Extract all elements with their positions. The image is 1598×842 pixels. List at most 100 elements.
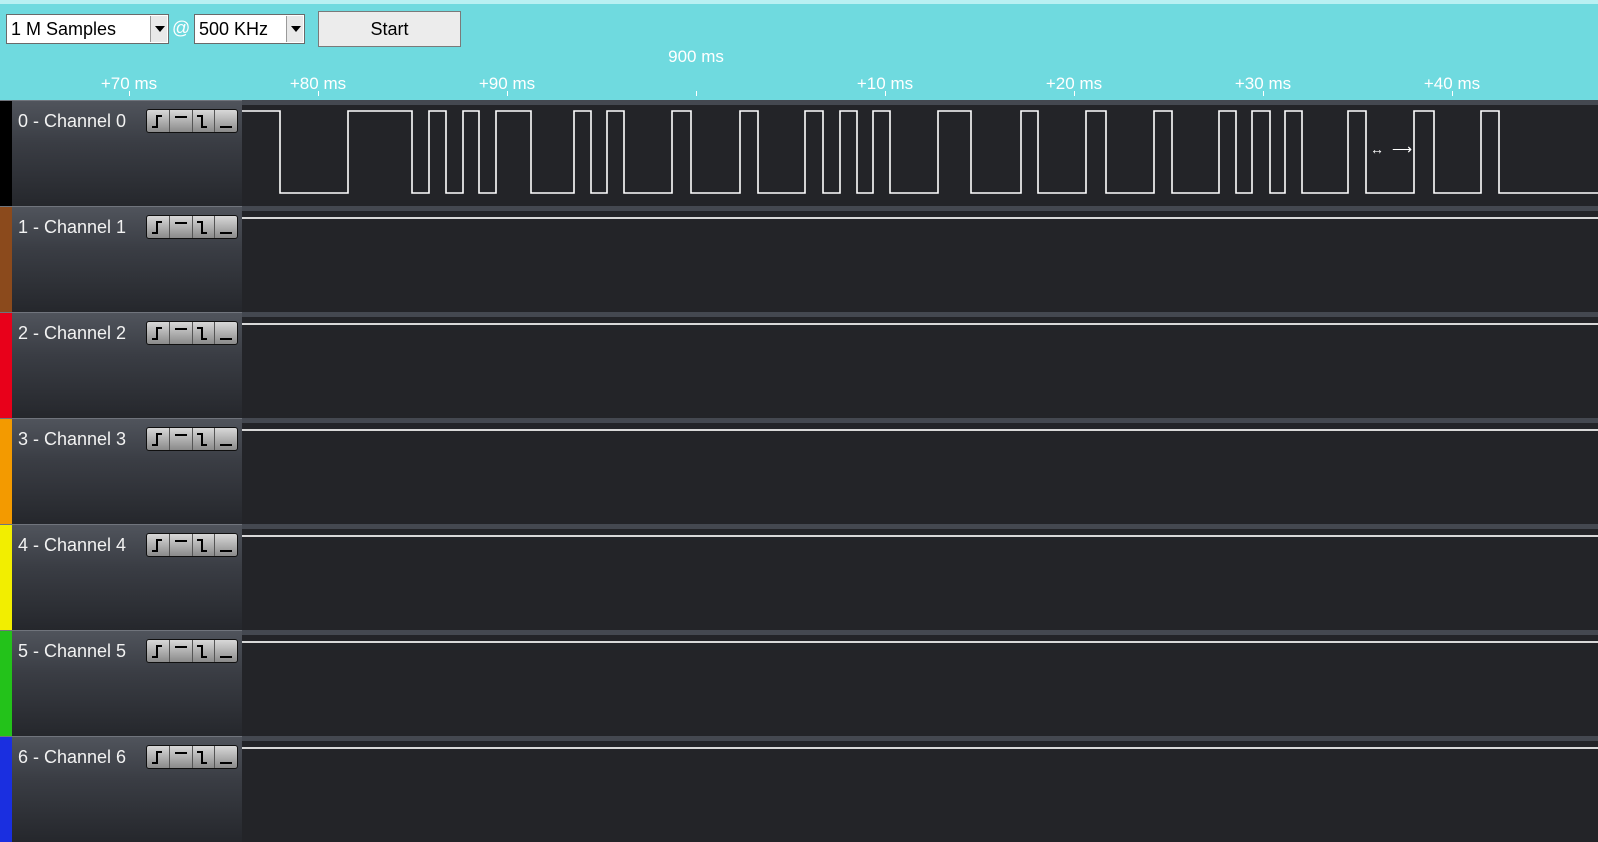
high-level-trigger-button[interactable] (170, 110, 193, 132)
channel-color-bar (0, 525, 12, 630)
high-level-icon (174, 540, 187, 542)
falling-edge-icon (197, 539, 208, 552)
timeline-tick-mark (1452, 91, 1453, 96)
channel-label-panel[interactable]: 0 - Channel 0 (0, 100, 242, 206)
falling-edge-icon (197, 327, 208, 340)
rising-edge-trigger-button[interactable] (147, 640, 170, 662)
chevron-down-icon[interactable] (150, 16, 167, 42)
channel-plot-area[interactable] (242, 630, 1598, 736)
resize-arrow-icon[interactable]: ↔ (1370, 141, 1384, 157)
channel-label-panel[interactable]: 5 - Channel 5 (0, 630, 242, 736)
rising-edge-icon (151, 221, 162, 234)
timeline-tick-mark (507, 91, 508, 96)
channel-label-panel[interactable]: 2 - Channel 2 (0, 312, 242, 418)
toolbar: 1 M Samples @ 500 KHz Start 900 ms +70 m… (0, 0, 1598, 100)
signal-high-line (242, 747, 1598, 749)
high-level-icon (174, 646, 187, 648)
channel-name: 4 - Channel 4 (18, 535, 127, 555)
low-level-icon (220, 656, 233, 658)
timeline-tick-mark (885, 91, 886, 96)
start-button[interactable]: Start (318, 11, 461, 47)
low-level-icon (220, 762, 233, 764)
falling-edge-trigger-button[interactable] (193, 110, 216, 132)
high-level-trigger-button[interactable] (170, 640, 193, 662)
trigger-button-group (146, 215, 238, 239)
channel-plot-area[interactable] (242, 418, 1598, 524)
low-level-trigger-button[interactable] (215, 216, 237, 238)
high-level-icon (174, 752, 187, 754)
channel-name: 6 - Channel 6 (18, 747, 127, 767)
high-level-icon (174, 328, 187, 330)
timeline-center-marker (696, 91, 697, 96)
low-level-trigger-button[interactable] (215, 534, 237, 556)
rising-edge-trigger-button[interactable] (147, 428, 170, 450)
falling-edge-trigger-button[interactable] (193, 534, 216, 556)
signal-high-line (242, 429, 1598, 431)
high-level-trigger-button[interactable] (170, 216, 193, 238)
falling-edge-trigger-button[interactable] (193, 322, 216, 344)
high-level-trigger-button[interactable] (170, 322, 193, 344)
at-symbol: @ (172, 18, 191, 38)
rising-edge-trigger-button[interactable] (147, 110, 170, 132)
falling-edge-icon (197, 221, 208, 234)
channel-plot-area[interactable] (242, 524, 1598, 630)
channel-row-6: 6 - Channel 6 (0, 736, 1598, 842)
high-level-trigger-button[interactable] (170, 534, 193, 556)
low-level-trigger-button[interactable] (215, 110, 237, 132)
channel-label-panel[interactable]: 4 - Channel 4 (0, 524, 242, 630)
channel-label-panel[interactable]: 3 - Channel 3 (0, 418, 242, 524)
timeline-tick-mark (1074, 91, 1075, 96)
high-level-icon (174, 116, 187, 118)
channel-label-panel[interactable]: 1 - Channel 1 (0, 206, 242, 312)
channel-color-bar (0, 737, 12, 842)
measure-arrow-icon: ⟶ (1392, 141, 1413, 157)
signal-high-line (242, 217, 1598, 219)
high-level-trigger-button[interactable] (170, 428, 193, 450)
chevron-down-icon[interactable] (286, 16, 303, 42)
low-level-trigger-button[interactable] (215, 428, 237, 450)
rising-edge-icon (151, 645, 162, 658)
channel-name: 3 - Channel 3 (18, 429, 127, 449)
trigger-button-group (146, 109, 238, 133)
channel-name: 1 - Channel 1 (18, 217, 127, 237)
signal-high-line (242, 535, 1598, 537)
falling-edge-trigger-button[interactable] (193, 640, 216, 662)
rising-edge-icon (151, 327, 162, 340)
falling-edge-trigger-button[interactable] (193, 428, 216, 450)
sample-count-value: 1 M Samples (11, 19, 117, 39)
channel-color-bar (0, 207, 12, 312)
timeline-tick-mark (1263, 91, 1264, 96)
channel-plot-area[interactable] (242, 736, 1598, 842)
low-level-icon (220, 444, 233, 446)
channel-color-bar (0, 631, 12, 736)
channel-color-bar (0, 419, 12, 524)
rising-edge-icon (151, 433, 162, 446)
falling-edge-trigger-button[interactable] (193, 216, 216, 238)
sample-count-select[interactable]: 1 M Samples (6, 14, 169, 44)
channel-row-2: 2 - Channel 2 (0, 312, 1598, 418)
timeline-tick-mark (318, 91, 319, 96)
low-level-trigger-button[interactable] (215, 746, 237, 768)
trigger-button-group (146, 639, 238, 663)
low-level-icon (220, 126, 233, 128)
rising-edge-trigger-button[interactable] (147, 534, 170, 556)
rising-edge-trigger-button[interactable] (147, 746, 170, 768)
channel-row-5: 5 - Channel 5 (0, 630, 1598, 736)
channel-plot-area[interactable] (242, 312, 1598, 418)
falling-edge-icon (197, 433, 208, 446)
trigger-button-group (146, 533, 238, 557)
falling-edge-trigger-button[interactable] (193, 746, 216, 768)
channel-color-bar (0, 101, 12, 206)
falling-edge-icon (197, 115, 208, 128)
low-level-trigger-button[interactable] (215, 640, 237, 662)
channel-label-panel[interactable]: 6 - Channel 6 (0, 736, 242, 842)
low-level-icon (220, 232, 233, 234)
sample-rate-select[interactable]: 500 KHz (194, 14, 305, 44)
sample-rate-value: 500 KHz (199, 19, 269, 39)
rising-edge-trigger-button[interactable] (147, 216, 170, 238)
low-level-trigger-button[interactable] (215, 322, 237, 344)
high-level-trigger-button[interactable] (170, 746, 193, 768)
rising-edge-trigger-button[interactable] (147, 322, 170, 344)
timeline-center-label: 900 ms (668, 47, 724, 66)
channel-plot-area[interactable] (242, 206, 1598, 312)
